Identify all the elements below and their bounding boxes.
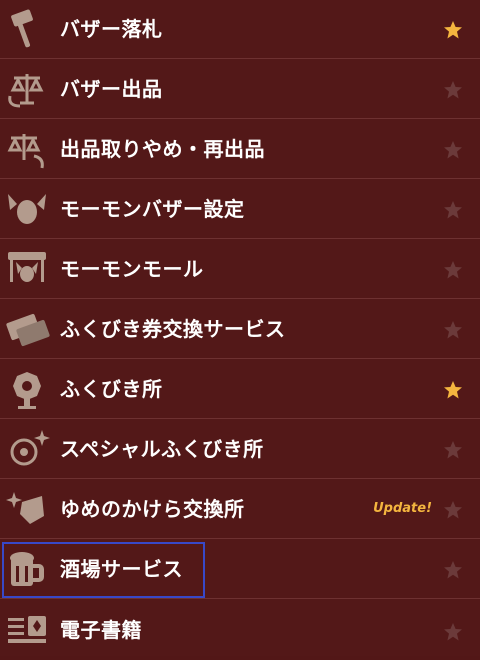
favorite-star-icon[interactable]: [443, 260, 463, 280]
favorite-star-icon[interactable]: [443, 380, 463, 400]
menu-item-label: バザー出品: [60, 77, 163, 101]
favorite-star-icon[interactable]: [443, 80, 463, 100]
menu-item-momon-bazaar-settings[interactable]: モーモンバザー設定: [0, 180, 480, 239]
momon-icon: [4, 186, 50, 232]
gavel-icon: [4, 6, 50, 52]
favorite-star-icon[interactable]: [443, 140, 463, 160]
menu-item-label: 酒場サービス: [60, 557, 183, 581]
menu-item-label: ふくびき所: [60, 377, 163, 401]
favorite-star-icon[interactable]: [443, 560, 463, 580]
menu-item-label: ふくびき券交換サービス: [60, 317, 286, 341]
menu-item-dream-fragment-exchange[interactable]: ゆめのかけら交換所 Update!: [0, 480, 480, 539]
favorite-star-icon[interactable]: [443, 500, 463, 520]
ticket-exchange-icon: [4, 306, 50, 352]
menu-item-special-lottery[interactable]: スペシャルふくびき所: [0, 420, 480, 479]
menu-item-label: ゆめのかけら交換所: [60, 497, 245, 521]
menu-item-label: スペシャルふくびき所: [60, 437, 264, 461]
menu-item-label: 電子書籍: [60, 618, 142, 642]
menu-item-cancel-relist[interactable]: 出品取りやめ・再出品: [0, 120, 480, 179]
special-lottery-icon: [4, 426, 50, 472]
menu-list: バザー落札 バザー出品 出品取りやめ・再出品 モーモンバザー設定 モーモンモール…: [0, 0, 480, 656]
favorite-star-icon[interactable]: [443, 20, 463, 40]
lottery-wheel-icon: [4, 366, 50, 412]
favorite-star-icon[interactable]: [443, 440, 463, 460]
menu-item-tavern-service[interactable]: 酒場サービス: [0, 540, 480, 599]
menu-item-bazaar-listing[interactable]: バザー出品: [0, 60, 480, 119]
dream-fragment-icon: [4, 486, 50, 532]
menu-item-lottery[interactable]: ふくびき所: [0, 360, 480, 419]
scale-arrow-icon: [4, 66, 50, 112]
favorite-star-icon[interactable]: [443, 622, 463, 642]
ebook-icon: [4, 606, 50, 652]
favorite-star-icon[interactable]: [443, 200, 463, 220]
menu-item-label: バザー落札: [60, 17, 163, 41]
beer-mug-icon: [4, 546, 50, 592]
scale-return-icon: [4, 126, 50, 172]
update-badge: Update!: [373, 501, 432, 516]
menu-item-momon-mall[interactable]: モーモンモール: [0, 240, 480, 299]
menu-item-ebook[interactable]: 電子書籍: [0, 600, 480, 656]
shop-icon: [4, 246, 50, 292]
menu-item-label: モーモンモール: [60, 257, 204, 281]
menu-item-ticket-exchange[interactable]: ふくびき券交換サービス: [0, 300, 480, 359]
menu-item-label: 出品取りやめ・再出品: [60, 137, 265, 161]
menu-item-bazaar-bid[interactable]: バザー落札: [0, 0, 480, 59]
menu-item-label: モーモンバザー設定: [60, 197, 245, 221]
favorite-star-icon[interactable]: [443, 320, 463, 340]
